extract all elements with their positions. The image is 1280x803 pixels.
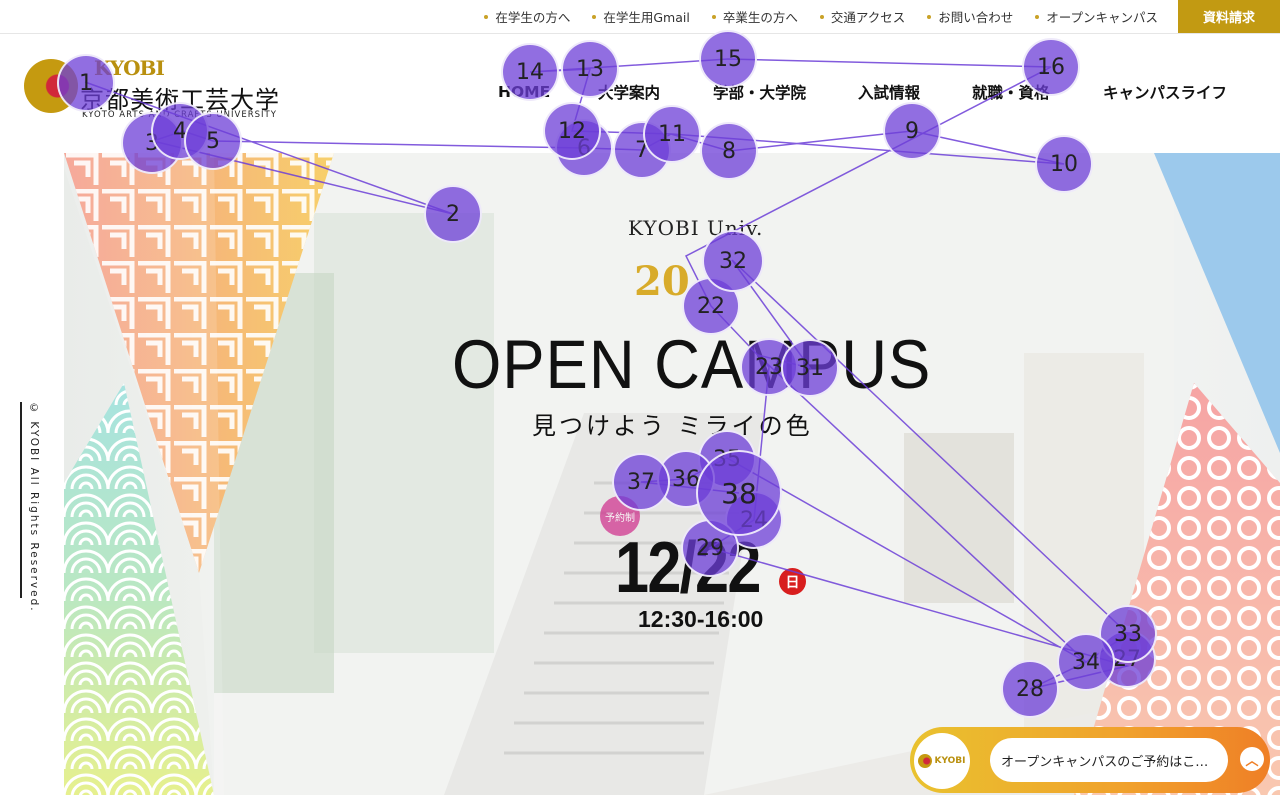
- bullet-icon: [819, 14, 824, 19]
- nav-item-careers[interactable]: 就職・資格: [972, 81, 1050, 103]
- bullet-icon: [484, 14, 489, 19]
- hero-banner: [64, 153, 1280, 795]
- bullet-icon: [927, 14, 932, 19]
- utility-bar: 在学生の方へ 在学生用Gmail 卒業生の方へ 交通アクセス お問い合わせ オー…: [0, 0, 1280, 34]
- gaze-marker: 9: [883, 102, 941, 160]
- bullet-icon: [592, 14, 597, 19]
- copyright: © KYOBI All Rights Reserved.: [20, 402, 42, 613]
- nav-item-faculties[interactable]: 学部・大学院: [713, 81, 806, 103]
- request-materials-button[interactable]: 資料請求: [1178, 0, 1280, 33]
- nav-item-home[interactable]: HOME: [498, 83, 550, 101]
- chat-widget[interactable]: KYOBI オープンキャンパスのご予約はこ… ︿: [910, 727, 1270, 793]
- utility-link-current-students[interactable]: 在学生の方へ: [484, 7, 570, 26]
- chat-message[interactable]: オープンキャンパスのご予約はこ…: [990, 738, 1228, 782]
- chevron-up-icon[interactable]: ︿: [1240, 747, 1264, 771]
- logo-en: KYOBI: [94, 56, 165, 80]
- utility-link-alumni[interactable]: 卒業生の方へ: [711, 7, 798, 26]
- utility-link-student-gmail[interactable]: 在学生用Gmail: [592, 7, 690, 26]
- hero-background-image: [64, 153, 1280, 795]
- nav-item-about[interactable]: 大学案内: [598, 81, 660, 103]
- gaze-marker: 12: [543, 102, 601, 160]
- chat-avatar: KYOBI: [914, 733, 970, 789]
- utility-link-contact[interactable]: お問い合わせ: [927, 7, 1013, 26]
- utility-links: 在学生の方へ 在学生用Gmail 卒業生の方へ 交通アクセス お問い合わせ オー…: [484, 0, 1158, 33]
- utility-link-open-campus[interactable]: オープンキャンパス: [1035, 7, 1158, 26]
- nav-item-admissions[interactable]: 入試情報: [858, 81, 920, 103]
- kyobi-logo-icon: [918, 754, 933, 768]
- logo-sub: KYOTO ARTS AND CRAFTS UNIVERSITY: [82, 110, 277, 120]
- nav-item-campus-life[interactable]: キャンパスライフ: [1103, 81, 1227, 103]
- bullet-icon: [711, 14, 716, 19]
- utility-link-access[interactable]: 交通アクセス: [819, 7, 905, 26]
- global-nav: HOME 大学案内 学部・大学院 入試情報 就職・資格 キャンパスライフ: [0, 80, 1280, 104]
- bullet-icon: [1035, 14, 1040, 19]
